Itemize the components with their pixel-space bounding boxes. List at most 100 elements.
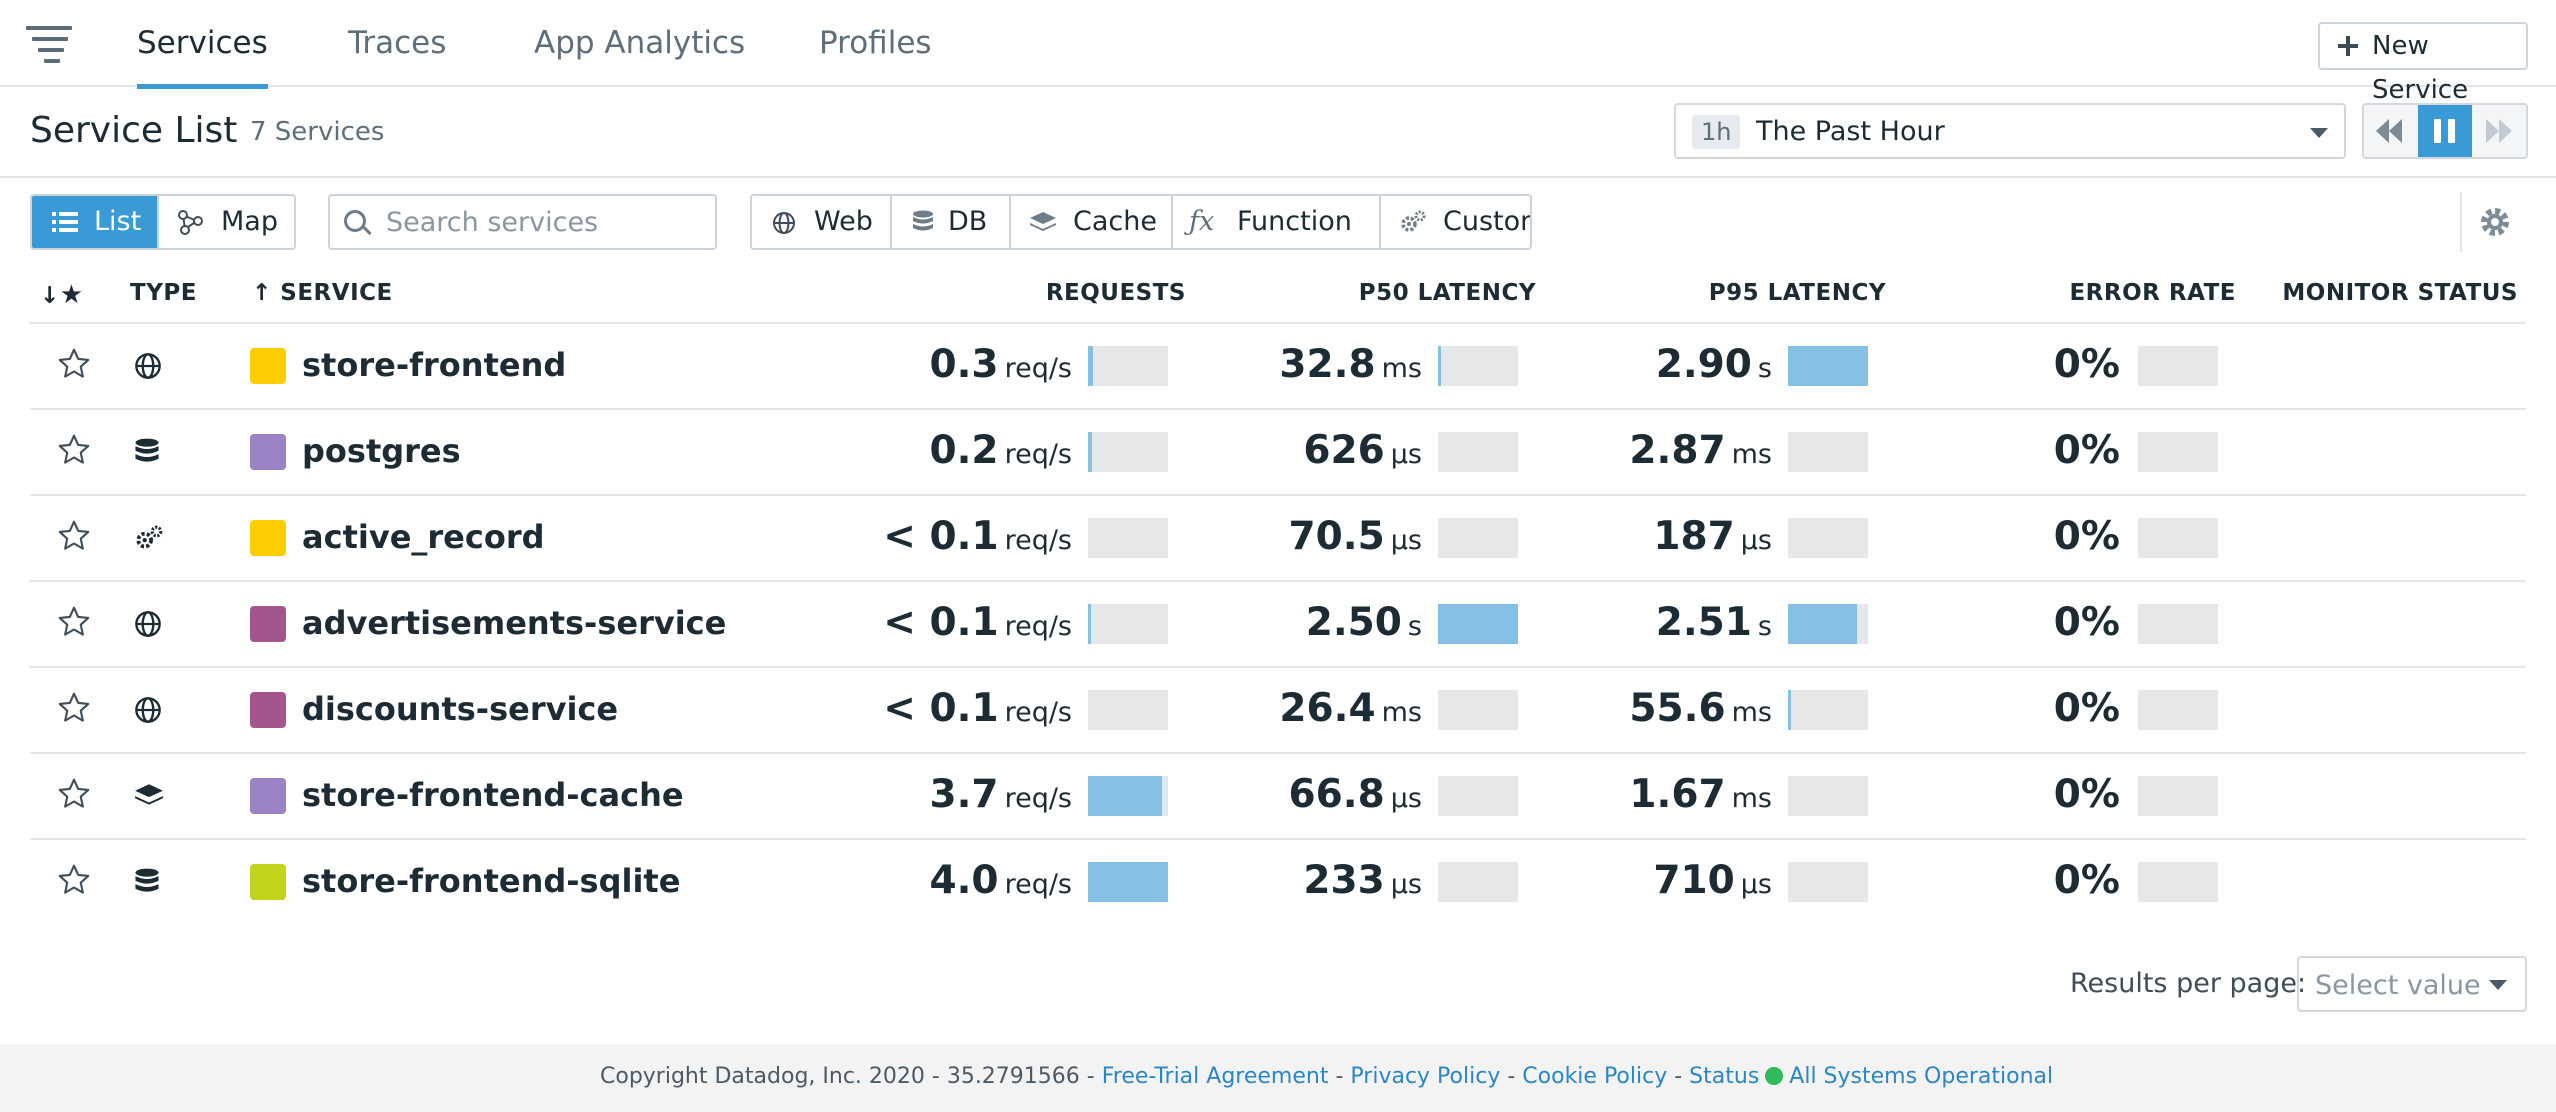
requests-bar-fill [1088,776,1162,816]
rewind-button[interactable] [2364,105,2418,157]
requests-value: 0.3 req/s [929,342,1072,387]
service-row[interactable]: active_record < 0.1 req/s 70.5 µs 187 µs 0% [30,494,2526,580]
requests-value: < 0.1 req/s [883,600,1072,645]
gear-icon [2481,208,2509,236]
filter-cache-button[interactable]: Cache [1011,196,1173,248]
requests-number: < 0.1 [883,686,999,731]
favorite-star-icon[interactable] [56,862,96,902]
favorite-star-icon[interactable] [56,432,96,472]
service-row[interactable]: discounts-service < 0.1 req/s 26.4 ms 55.6 ms 0… [30,666,2526,752]
filter-custom-label: Custom [1443,206,1530,237]
filter-db-label: DB [948,206,988,237]
service-name-link[interactable]: postgres [302,432,461,470]
pause-button[interactable] [2418,105,2472,157]
favorite-star-icon[interactable] [56,776,96,816]
column-header-p50-latency[interactable]: P50 LATENCY [1300,280,1536,306]
requests-number: 0.3 [929,342,999,387]
service-name-link[interactable]: discounts-service [302,690,618,728]
p50-latency-number: 70.5 [1288,514,1385,559]
database-icon [134,868,164,898]
column-header-type[interactable]: TYPE [130,280,197,306]
p50-latency-value: 2.50 s [1306,600,1422,645]
p95-latency-number: 187 [1653,514,1735,559]
p50-latency-bar [1438,776,1518,816]
p95-latency-value: 187 µs [1653,514,1772,559]
system-status-link[interactable]: All Systems Operational [1789,1064,2053,1089]
p50-latency-number: 233 [1303,858,1385,903]
requests-number: 4.0 [929,858,999,903]
tab-profiles[interactable]: Profiles [819,0,932,87]
service-row[interactable]: store-frontend-sqlite 4.0 req/s 233 µs 710 µs 0… [30,838,2526,924]
column-header-error-rate[interactable]: ERROR RATE [2000,280,2236,306]
favorite-star-icon[interactable] [56,690,96,730]
service-row[interactable]: postgres 0.2 req/s 626 µs 2.87 ms 0% [30,408,2526,494]
fast-forward-button[interactable] [2472,105,2526,157]
service-row[interactable]: store-frontend-cache 3.7 req/s 66.8 µs 1.67 ms… [30,752,2526,838]
error-rate-number: 0% [2053,428,2120,473]
privacy-policy-link[interactable]: Privacy Policy [1350,1064,1500,1089]
p95-latency-unit: ms [1731,439,1772,470]
search-icon [344,210,366,232]
layers-icon [134,782,164,812]
settings-button[interactable] [2478,205,2512,239]
map-view-button[interactable]: Map [159,196,294,248]
column-header-p95-latency[interactable]: P95 LATENCY [1650,280,1886,306]
service-name-link[interactable]: advertisements-service [302,604,726,642]
sort-favorites-header[interactable]: ↓★ [40,280,84,310]
service-name-link[interactable]: active_record [302,518,545,556]
menu-icon[interactable] [26,22,78,68]
time-range-picker[interactable]: 1h The Past Hour [1674,103,2346,159]
filter-cache-label: Cache [1073,206,1157,237]
pause-icon [2434,119,2441,143]
service-name-link[interactable]: store-frontend-cache [302,776,684,814]
tab-services[interactable]: Services [137,0,268,89]
filter-db-button[interactable]: DB [892,196,1011,248]
p95-latency-bar-fill [1788,346,1868,386]
status-link[interactable]: Status [1689,1064,1759,1089]
p50-latency-number: 626 [1303,428,1385,473]
list-view-button[interactable]: List [32,196,159,248]
service-name-link[interactable]: store-frontend [302,346,566,384]
gears-icon [1401,210,1426,232]
service-row[interactable]: store-frontend 0.3 req/s 32.8 ms 2.90 s 0% [30,322,2526,408]
filter-custom-button[interactable]: Custom [1381,196,1530,248]
error-rate-value: 0% [2054,342,2120,387]
p50-latency-unit: ms [1381,353,1422,384]
results-per-page-select[interactable]: Select value [2297,956,2527,1012]
requests-bar [1088,690,1168,730]
tab-app-analytics[interactable]: App Analytics [534,0,745,87]
requests-bar [1088,432,1168,472]
p95-latency-value: 2.51 s [1656,600,1772,645]
new-service-button[interactable]: New Service [2318,22,2528,105]
free-trial-link[interactable]: Free-Trial Agreement [1102,1064,1329,1089]
service-row[interactable]: advertisements-service < 0.1 req/s 2.50 s 2.5… [30,580,2526,666]
chevron-down-icon [2489,980,2507,990]
filter-function-button[interactable]: ƒx Function [1173,196,1381,248]
p95-latency-number: 2.87 [1629,428,1726,473]
requests-unit: req/s [1004,611,1072,642]
requests-number: 0.2 [929,428,999,473]
p50-latency-unit: s [1407,611,1422,642]
results-per-page-label: Results per page: [2070,968,2307,999]
tab-traces[interactable]: Traces [348,0,446,87]
toolbar-divider [2460,192,2462,252]
p95-latency-bar [1788,776,1868,816]
column-header-monitor-status[interactable]: MONITOR STATUS [2260,280,2518,306]
error-rate-value: 0% [2054,514,2120,559]
error-rate-value: 0% [2054,772,2120,817]
cookie-policy-link[interactable]: Cookie Policy [1522,1064,1667,1089]
column-header-requests[interactable]: REQUESTS [1000,280,1186,306]
service-color-swatch [250,778,286,814]
column-header-service[interactable]: ↑ SERVICE [252,280,393,306]
favorite-star-icon[interactable] [56,346,96,386]
favorite-star-icon[interactable] [56,604,96,644]
p50-latency-bar [1438,346,1518,386]
function-icon: ƒx [1189,206,1215,237]
favorite-star-icon[interactable] [56,518,96,558]
requests-unit: req/s [1004,697,1072,728]
p95-latency-number: 710 [1653,858,1735,903]
search-input[interactable] [386,196,706,248]
service-name-link[interactable]: store-frontend-sqlite [302,862,680,900]
database-icon [134,438,164,468]
filter-web-button[interactable]: Web [752,196,892,248]
